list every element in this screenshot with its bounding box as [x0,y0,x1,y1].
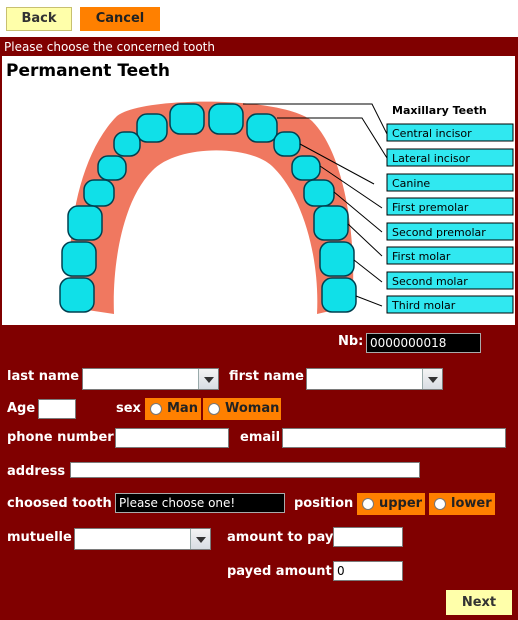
tooth-canine-right[interactable] [273,131,301,157]
radio-icon [362,498,374,510]
position-lower-radio[interactable]: lower [429,493,495,515]
tooth-first-molar-left[interactable] [67,205,103,241]
chevron-down-icon[interactable] [190,529,210,549]
first-name-label: first name [229,369,304,384]
payed-field[interactable]: 0 [333,561,403,581]
back-button[interactable]: Back [6,7,72,31]
tooth-canine-left[interactable] [113,131,141,157]
label-second-molar: Second molar [392,275,468,288]
mutuelle-combo[interactable] [74,528,211,550]
address-field[interactable] [70,462,420,478]
tooth-first-premolar-left[interactable] [97,155,127,181]
label-third-molar: Third molar [391,299,456,312]
cancel-button[interactable]: Cancel [80,7,160,31]
diagram-subtitle: Maxillary Teeth [392,104,487,117]
gum-arch [69,101,354,314]
teeth-diagram: Permanent Teeth Maxillary Teeth Central … [2,56,515,325]
tooth-field[interactable]: Please choose one! [115,493,285,513]
sex-man-label: Man [167,401,198,416]
sex-woman-radio[interactable]: Woman [203,398,281,420]
label-first-molar: First molar [392,250,451,263]
sex-man-radio[interactable]: Man [145,398,201,420]
position-lower-label: lower [451,496,492,511]
sex-woman-label: Woman [225,401,280,416]
tooth-second-molar-right[interactable] [319,241,355,277]
tooth-first-molar-right[interactable] [313,205,349,241]
toolbar [0,0,518,37]
radio-icon [208,403,220,415]
tooth-label: choosed tooth [7,496,112,511]
last-name-combo[interactable] [82,368,219,390]
phone-label: phone number [7,430,114,445]
nb-field[interactable]: 0000000018 [366,333,481,353]
amount-field[interactable] [333,527,403,547]
chevron-down-icon[interactable] [198,369,218,389]
label-lateral-incisor: Lateral incisor [392,152,470,165]
tooth-central-incisor-left[interactable] [169,103,205,135]
tooth-third-molar-right[interactable] [321,277,357,313]
label-first-premolar: First premolar [392,201,469,214]
mutuelle-label: mutuelle [7,530,72,545]
label-central-incisor: Central incisor [392,127,472,140]
age-label: Age [7,401,36,416]
tooth-third-molar-left[interactable] [59,277,95,313]
age-field[interactable] [38,399,76,419]
sex-label: sex [116,401,141,416]
last-name-label: last name [7,369,80,384]
phone-field[interactable] [115,428,229,448]
tooth-lateral-incisor-left[interactable] [136,113,168,143]
position-label: position [294,496,354,511]
tooth-lateral-incisor-right[interactable] [246,113,278,143]
position-upper-radio[interactable]: upper [357,493,425,515]
radio-icon [434,498,446,510]
first-name-combo[interactable] [306,368,443,390]
prompt-text: Please choose the concerned tooth [4,40,215,54]
tooth-first-premolar-right[interactable] [291,155,321,181]
address-label: address [7,464,66,479]
email-label: email [240,430,281,445]
nb-label: Nb: [338,334,364,349]
email-field[interactable] [282,428,506,448]
label-canine: Canine [392,177,430,190]
chevron-down-icon[interactable] [422,369,442,389]
tooth-second-premolar-right[interactable] [303,179,335,207]
tooth-second-premolar-left[interactable] [83,179,115,207]
next-button[interactable]: Next [446,590,512,615]
tooth-central-incisor-right[interactable] [208,103,244,135]
tooth-second-molar-left[interactable] [61,241,97,277]
label-second-premolar: Second premolar [392,226,486,239]
payed-label: payed amount [227,564,332,579]
amount-label: amount to pay [227,530,334,545]
position-upper-label: upper [379,496,423,511]
diagram-title: Permanent Teeth [6,61,170,81]
radio-icon [150,403,162,415]
